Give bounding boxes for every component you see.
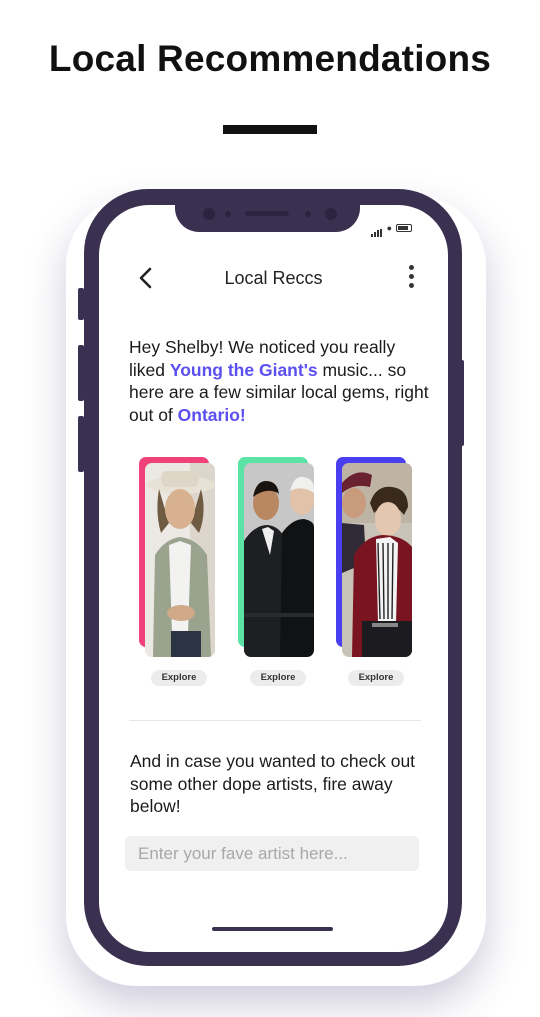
more-artists-text: And in case you wanted to check out some… [130,751,416,816]
kebab-menu-icon[interactable] [407,265,415,291]
phone-screen: ● Local Reccs Hey Shelby! We noticed you… [99,205,448,952]
explore-button[interactable]: Explore [151,670,207,686]
home-indicator[interactable] [212,927,333,931]
sensor-dot [225,211,231,217]
section-divider [129,720,421,721]
phone-volume-up-button [78,345,84,401]
camera-dot [325,208,337,220]
artist-photo [145,463,215,657]
wifi-icon: ● [386,223,392,233]
page-headline: Local Recommendations [48,38,492,79]
explore-button[interactable]: Explore [348,670,404,686]
region-name: Ontario! [177,404,246,425]
status-bar: ● [370,219,412,237]
signal-icon [370,219,383,237]
artist-photo [342,463,412,657]
phone-notch [175,205,360,232]
headline-underline [223,125,317,134]
artist-cards: Explore Explore Explore [99,457,448,707]
speaker-grille [245,211,289,216]
phone-power-button [458,360,464,446]
artist-search-input[interactable] [125,836,419,871]
phone-mute-button [78,288,84,320]
battery-icon [396,224,412,232]
intro-text: Hey Shelby! We noticed you really liked … [129,336,429,426]
camera-dot [203,208,215,220]
app-title: Local Reccs [224,268,323,288]
artist-photo [244,463,314,657]
explore-button[interactable]: Explore [250,670,306,686]
phone-volume-down-button [78,416,84,472]
liked-artist-name: Young the Giant's [169,359,318,380]
sensor-dot [305,211,311,217]
